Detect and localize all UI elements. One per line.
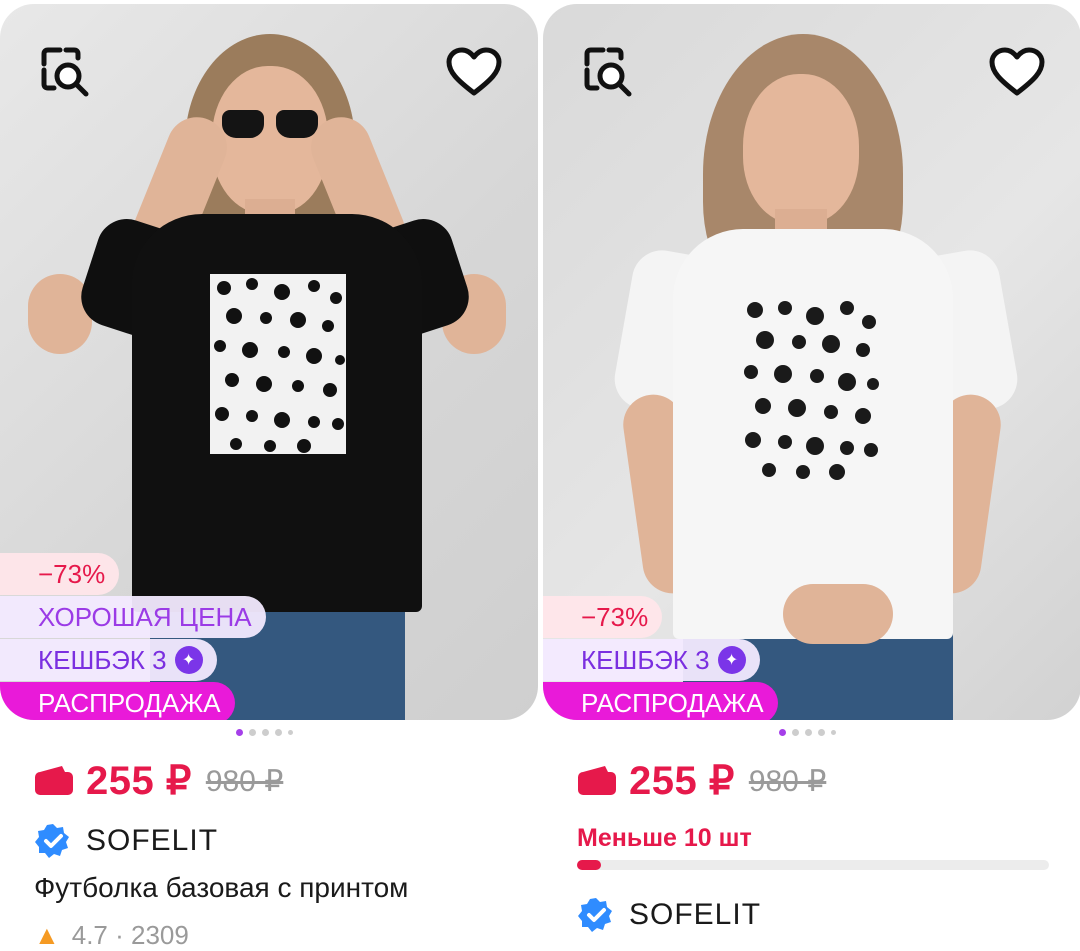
- gallery-dot: [831, 730, 836, 735]
- gallery-dot: [805, 729, 812, 736]
- current-price: 255 ₽: [86, 759, 192, 803]
- star-icon: ▲: [34, 920, 60, 950]
- gallery-dot: [236, 729, 243, 736]
- discount-badge: −73%: [543, 596, 663, 638]
- leopard-print: [210, 274, 346, 454]
- product-title[interactable]: Футболка базовая с принтом: [34, 872, 504, 904]
- product-card[interactable]: −73% ХОРОШАЯ ЦЕНА КЕШБЭК 3 ✦ РАСПРОДАЖА 2…: [0, 0, 538, 950]
- cashback-label: КЕШБЭК 3: [38, 644, 167, 675]
- discount-badge: −73%: [0, 553, 120, 595]
- cashback-label: КЕШБЭК 3: [581, 644, 710, 675]
- promo-badges: −73% ХОРОШАЯ ЦЕНА КЕШБЭК 3 ✦ РАСПРОДАЖА: [0, 552, 266, 720]
- sale-badge: РАСПРОДАЖА: [0, 682, 235, 720]
- product-card[interactable]: −73% КЕШБЭК 3 ✦ РАСПРОДАЖА 255 ₽ 980 ₽ Ме…: [543, 0, 1080, 934]
- image-search-button[interactable]: [34, 42, 94, 102]
- gallery-dot: [262, 729, 269, 736]
- model-head: [743, 74, 859, 224]
- product-photo[interactable]: −73% ХОРОШАЯ ЦЕНА КЕШБЭК 3 ✦ РАСПРОДАЖА: [0, 4, 538, 720]
- stock-progress-fill: [577, 860, 601, 870]
- price-row: 255 ₽ 980 ₽: [577, 758, 826, 804]
- model-hands: [783, 584, 893, 644]
- good-price-badge: ХОРОШАЯ ЦЕНА: [0, 596, 266, 638]
- promo-badges: −73% КЕШБЭК 3 ✦ РАСПРОДАЖА: [543, 595, 778, 720]
- sparkle-icon: ✦: [174, 646, 203, 674]
- gallery-dot: [779, 729, 786, 736]
- old-price: 980 ₽: [205, 764, 284, 798]
- heart-icon: [446, 47, 502, 96]
- old-price: 980 ₽: [748, 764, 827, 798]
- gallery-dot: [249, 729, 256, 736]
- reviews-count: 2309: [131, 920, 189, 950]
- verified-badge-icon: [35, 824, 69, 858]
- title-fade: [444, 872, 504, 904]
- favorite-button[interactable]: [987, 42, 1047, 102]
- gallery-dot: [275, 729, 282, 736]
- heart-icon: [989, 47, 1045, 96]
- favorite-button[interactable]: [444, 42, 504, 102]
- current-price: 255 ₽: [629, 759, 735, 803]
- gallery-dots: [236, 729, 293, 736]
- image-search-button[interactable]: [577, 42, 637, 102]
- brand-name: SOFELIT: [629, 898, 762, 931]
- gallery-dot: [818, 729, 825, 736]
- cashback-badge: КЕШБЭК 3 ✦: [0, 639, 217, 681]
- sale-badge: РАСПРОДАЖА: [543, 682, 778, 720]
- wallet-icon: [35, 766, 73, 795]
- cashback-badge: КЕШБЭК 3 ✦: [543, 639, 760, 681]
- brand-name: SOFELIT: [86, 824, 219, 857]
- rating-row: ▲ 4.7 · 2309: [34, 920, 189, 950]
- rating-value: 4.7: [71, 920, 108, 950]
- gallery-dot: [792, 729, 799, 736]
- stock-progress-bar: [577, 860, 1049, 870]
- stock-warning: Меньше 10 шт: [577, 824, 752, 852]
- brand-row[interactable]: SOFELIT: [577, 896, 761, 934]
- brand-row[interactable]: SOFELIT: [34, 822, 218, 860]
- product-photo[interactable]: −73% КЕШБЭК 3 ✦ РАСПРОДАЖА: [543, 4, 1080, 720]
- sparkle-icon: ✦: [717, 646, 746, 674]
- verified-badge-icon: [578, 898, 612, 932]
- gallery-dots: [779, 729, 836, 736]
- sunglasses: [222, 110, 322, 140]
- gallery-dot: [288, 730, 293, 735]
- price-row: 255 ₽ 980 ₽: [34, 758, 283, 804]
- product-title-text: Футболка базовая с принтом: [34, 872, 409, 903]
- image-search-icon: [584, 47, 632, 97]
- image-search-icon: [41, 47, 89, 97]
- wallet-icon: [578, 766, 616, 795]
- leopard-print: [741, 296, 881, 481]
